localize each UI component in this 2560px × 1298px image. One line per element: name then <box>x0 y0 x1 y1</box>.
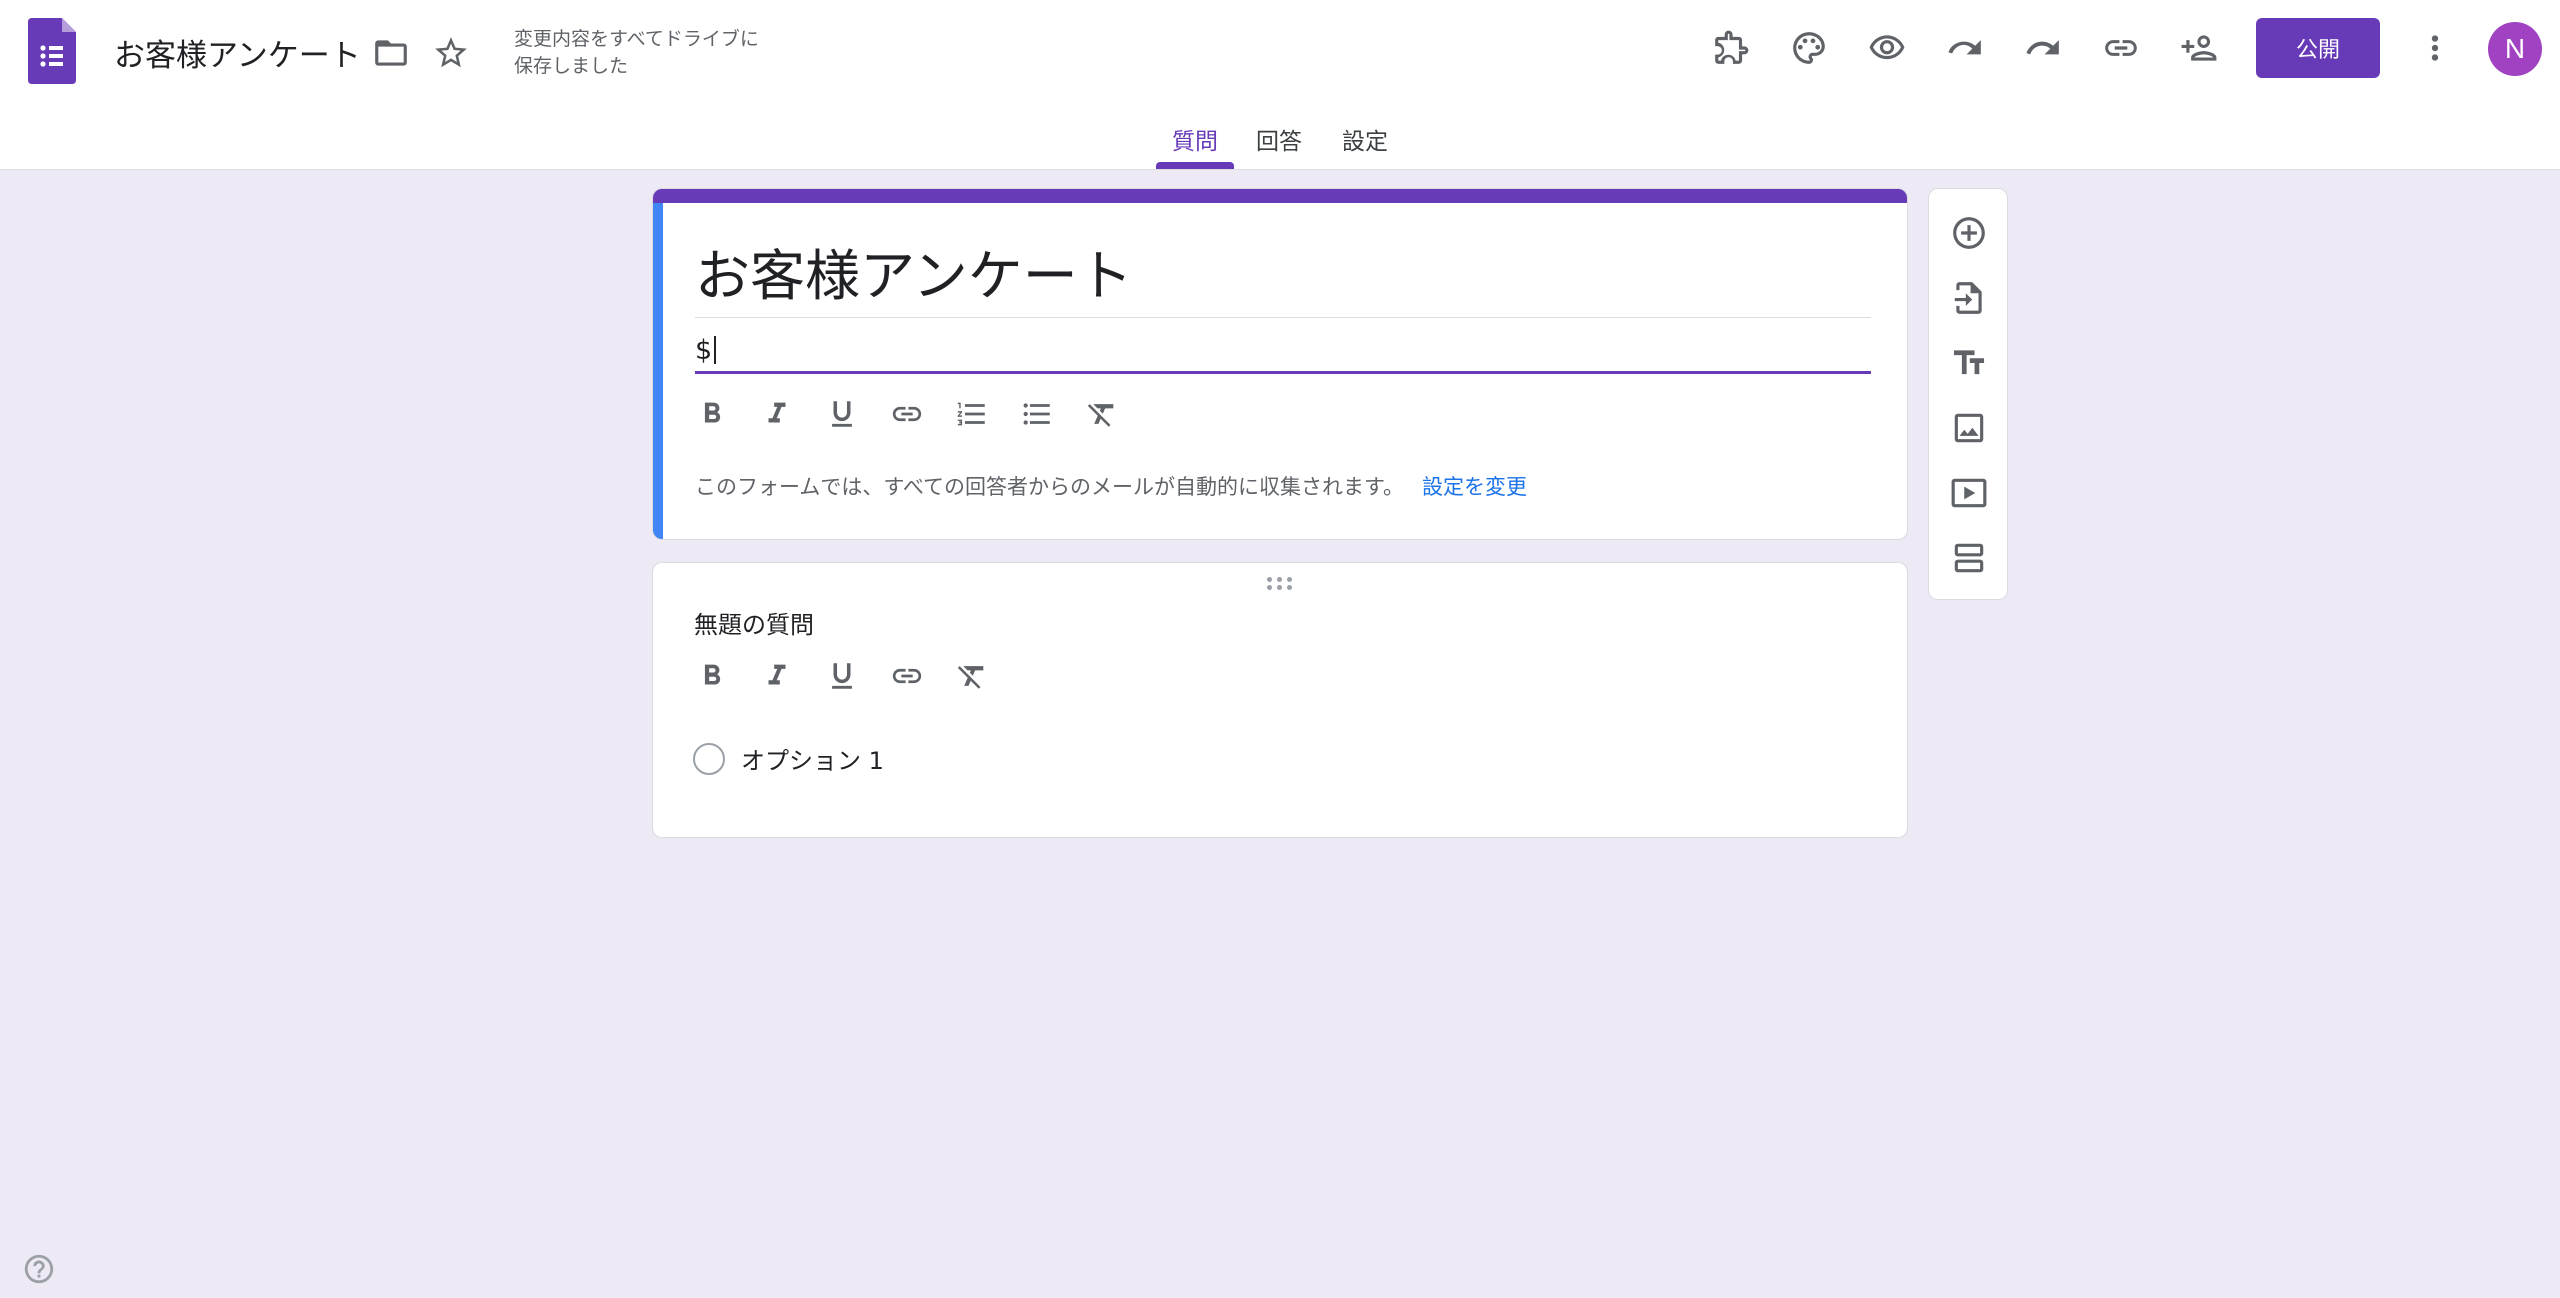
bulleted-list-icon[interactable] <box>1004 389 1069 439</box>
change-settings-link[interactable]: 設定を変更 <box>1422 475 1527 499</box>
more-vert-icon[interactable] <box>2416 29 2454 67</box>
active-tab-indicator <box>1156 162 1234 169</box>
add-title-icon[interactable] <box>1941 335 1997 391</box>
help-icon[interactable] <box>22 1252 56 1286</box>
bold-icon[interactable] <box>679 651 744 701</box>
clear-format-icon[interactable] <box>1069 389 1134 439</box>
tab-responses[interactable]: 回答 <box>1256 122 1302 156</box>
add-section-icon[interactable] <box>1941 530 1997 586</box>
add-collaborator-icon[interactable] <box>2180 29 2218 67</box>
folder-icon[interactable] <box>372 34 410 72</box>
card-accent-bar <box>653 189 1907 203</box>
forms-logo-icon[interactable] <box>28 18 76 84</box>
app-header: お客様アンケート 変更内容をすべてドライブに 保存しました 公開 N 質問 回答… <box>0 0 2560 170</box>
undo-icon[interactable] <box>1946 29 1984 67</box>
add-question-icon[interactable] <box>1941 205 1997 261</box>
radio-button-icon[interactable] <box>693 742 725 775</box>
underline-icon[interactable] <box>809 389 874 439</box>
publish-button[interactable]: 公開 <box>2256 18 2380 78</box>
clear-format-icon[interactable] <box>939 651 1004 701</box>
add-video-icon[interactable] <box>1941 465 1997 521</box>
question-format-toolbar <box>679 651 1004 701</box>
title-underline <box>695 317 1871 318</box>
email-collection-note: このフォームでは、すべての回答者からのメールが自動的に収集されます。 設定を変更 <box>695 471 1527 501</box>
addon-icon[interactable] <box>1712 29 1750 67</box>
form-description-input[interactable]: $ <box>695 335 1871 366</box>
link-icon[interactable] <box>2102 29 2140 67</box>
tab-questions[interactable]: 質問 <box>1172 122 1218 156</box>
underline-icon[interactable] <box>809 651 874 701</box>
form-title[interactable]: お客様アンケート <box>695 231 1133 311</box>
form-description-value: $ <box>695 335 713 366</box>
link-icon[interactable] <box>874 651 939 701</box>
italic-icon[interactable] <box>744 651 809 701</box>
document-title[interactable]: お客様アンケート <box>114 30 361 75</box>
drag-handle-icon[interactable] <box>1267 577 1295 591</box>
email-collection-text: このフォームでは、すべての回答者からのメールが自動的に収集されます。 <box>695 475 1404 499</box>
italic-icon[interactable] <box>744 389 809 439</box>
option-label[interactable]: オプション 1 <box>741 741 884 776</box>
add-image-icon[interactable] <box>1941 400 1997 456</box>
bold-icon[interactable] <box>679 389 744 439</box>
question-title[interactable]: 無題の質問 <box>694 605 814 640</box>
option-row: オプション 1 <box>693 741 884 776</box>
star-icon[interactable] <box>432 34 470 72</box>
preview-eye-icon[interactable] <box>1868 29 1906 67</box>
save-status-line-1: 変更内容をすべてドライブに <box>514 28 759 50</box>
question-card[interactable]: 無題の質問 オプション 1 <box>652 562 1908 838</box>
text-caret <box>714 336 717 364</box>
card-focus-bar <box>653 203 663 539</box>
save-status-line-2: 保存しました <box>514 55 629 77</box>
tab-settings[interactable]: 設定 <box>1342 122 1388 156</box>
avatar[interactable]: N <box>2488 22 2542 76</box>
palette-icon[interactable] <box>1790 29 1828 67</box>
description-format-toolbar <box>679 389 1134 439</box>
form-title-card: お客様アンケート $ このフォームでは、すべての回答者からのメールが自動的に収集… <box>652 188 1908 540</box>
link-icon[interactable] <box>874 389 939 439</box>
floating-side-toolbar <box>1928 188 2008 600</box>
import-questions-icon[interactable] <box>1941 270 1997 326</box>
redo-icon[interactable] <box>2024 29 2062 67</box>
save-status: 変更内容をすべてドライブに 保存しました <box>514 26 814 80</box>
numbered-list-icon[interactable] <box>939 389 1004 439</box>
description-underline <box>695 371 1871 374</box>
